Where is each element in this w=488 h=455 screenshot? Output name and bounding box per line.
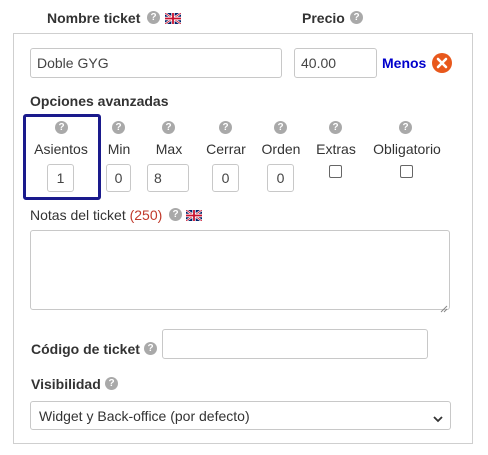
ticket-name-header: Nombre ticket [47, 10, 141, 26]
close-input[interactable] [212, 164, 239, 192]
required-checkbox[interactable] [400, 165, 413, 178]
help-icon[interactable]: ? [329, 121, 342, 134]
uk-flag-icon[interactable] [164, 11, 182, 25]
help-icon[interactable]: ? [169, 208, 182, 221]
column-label-min: Min [107, 141, 131, 157]
ticket-code-label: Código de ticket [31, 341, 140, 357]
notes-label: Notas del ticket [30, 207, 126, 223]
column-label-seats: Asientos [34, 141, 88, 157]
uk-flag-icon[interactable] [185, 208, 203, 222]
help-icon[interactable]: ? [55, 121, 68, 134]
column-label-close: Cerrar [206, 141, 246, 157]
price-header: Precio [302, 10, 345, 26]
column-label-required: Obligatorio [373, 141, 441, 157]
help-icon[interactable]: ? [350, 11, 363, 24]
notes-label-group: Notas del ticket (250) [30, 207, 162, 223]
help-icon[interactable]: ? [147, 11, 160, 24]
advanced-options-title: Opciones avanzadas [30, 93, 169, 109]
max-input[interactable] [147, 164, 189, 192]
min-input[interactable] [106, 164, 131, 192]
help-icon[interactable]: ? [219, 121, 232, 134]
help-icon[interactable]: ? [274, 121, 287, 134]
visibility-label: Visibilidad [31, 376, 101, 392]
less-link[interactable]: Menos [382, 55, 426, 71]
ticket-code-input[interactable] [162, 329, 428, 359]
help-icon[interactable]: ? [112, 121, 125, 134]
chevron-down-icon [433, 411, 443, 423]
column-label-extras: Extras [316, 141, 356, 157]
help-icon[interactable]: ? [162, 121, 175, 134]
notes-counter: (250) [129, 207, 163, 223]
resize-handle-icon[interactable] [440, 300, 448, 313]
column-label-max: Max [155, 141, 183, 157]
help-icon[interactable]: ? [105, 377, 118, 390]
notes-textarea[interactable] [30, 230, 450, 310]
seats-input[interactable] [47, 164, 74, 192]
order-input[interactable] [267, 164, 294, 192]
help-icon[interactable]: ? [399, 121, 412, 134]
remove-icon[interactable] [432, 53, 452, 73]
visibility-selected-value: Widget y Back-office (por defecto) [39, 408, 250, 424]
visibility-select[interactable]: Widget y Back-office (por defecto) [30, 401, 451, 430]
price-input[interactable] [294, 48, 377, 78]
ticket-name-input[interactable] [30, 48, 282, 78]
extras-checkbox[interactable] [329, 165, 342, 178]
column-label-order: Orden [261, 141, 301, 157]
help-icon[interactable]: ? [144, 342, 157, 355]
